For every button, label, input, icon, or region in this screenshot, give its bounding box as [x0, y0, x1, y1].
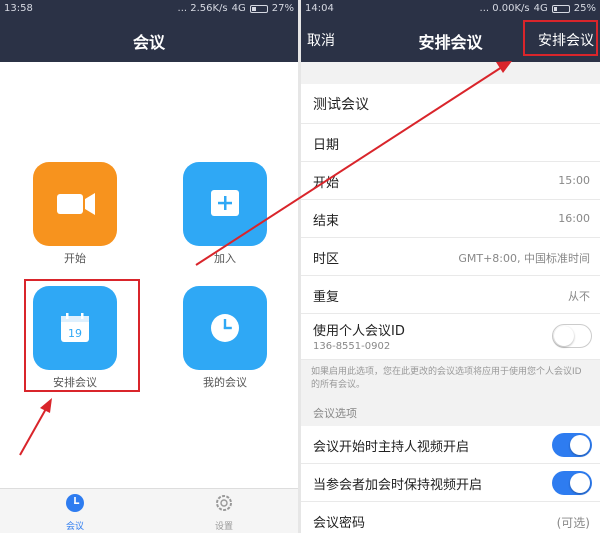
battery-icon [249, 5, 268, 13]
start-label: 开始 [313, 176, 340, 191]
end-label: 结束 [313, 214, 340, 229]
personal-id-toggle[interactable] [552, 324, 592, 348]
host-video-toggle[interactable] [552, 433, 592, 457]
join-meeting-button[interactable] [183, 162, 267, 246]
page-title: 会议 [132, 33, 165, 52]
signal-label: 4G [533, 3, 548, 14]
options-section-title: 会议选项 [313, 407, 357, 420]
bottom-tab-bar: 会议 设置 [0, 488, 298, 533]
tab-meetings[interactable]: 会议 [45, 493, 105, 532]
tab-settings[interactable]: 设置 [194, 493, 254, 532]
join-meeting-label: 加入 [214, 252, 236, 265]
personal-id-note: 如果启用此选项，您在此更改的会议选项将应用于使用您个人会议ID的所有会议。 [311, 367, 582, 390]
battery-level: 25% [573, 3, 596, 14]
password-row[interactable]: 会议密码 (可选) [301, 502, 600, 533]
repeat-row[interactable]: 重复 从不 [301, 276, 600, 314]
toggle-knob [570, 435, 590, 455]
signal-label: 4G [231, 3, 246, 14]
my-meetings-button[interactable] [183, 286, 267, 370]
my-meetings-label: 我的会议 [203, 376, 247, 389]
plus-icon [211, 190, 239, 216]
personal-id-row: 使用个人会议ID 136-8551-0902 [301, 314, 600, 360]
timezone-value: GMT+8:00, 中国标准时间 [458, 252, 590, 265]
battery-icon [551, 5, 570, 13]
personal-id-number: 136-8551-0902 [313, 341, 391, 352]
highlight-box [24, 279, 140, 392]
timezone-row[interactable]: 时区 GMT+8:00, 中国标准时间 [301, 238, 600, 276]
status-bar: 14:04 ... 0.00K/s 4G 25% [301, 0, 600, 18]
meeting-topic-field[interactable]: 测试会议 [301, 84, 600, 124]
date-row[interactable]: 日期 [301, 124, 600, 162]
participant-video-row: 当参会者加会时保持视频开启 [301, 464, 600, 502]
end-time-row[interactable]: 结束 16:00 [301, 200, 600, 238]
battery-level: 27% [271, 3, 294, 14]
network-speed: ... 0.00K/s [479, 3, 530, 14]
start-meeting-button[interactable] [33, 162, 117, 246]
highlight-box [523, 20, 598, 56]
toggle-knob [570, 473, 590, 493]
network-speed: ... 2.56K/s [177, 3, 228, 14]
clock-icon [66, 494, 84, 512]
participant-video-label: 当参会者加会时保持视频开启 [313, 478, 483, 493]
password-label: 会议密码 [313, 516, 366, 531]
date-label: 日期 [313, 138, 340, 153]
start-time-row[interactable]: 开始 15:00 [301, 162, 600, 200]
clock-icon [211, 314, 239, 342]
status-bar: 13:58 ... 2.56K/s 4G 27% [0, 0, 298, 18]
start-value: 15:00 [558, 174, 590, 187]
status-time: 14:04 [305, 3, 334, 14]
host-video-label: 会议开始时主持人视频开启 [313, 440, 470, 455]
personal-id-label: 使用个人会议ID [313, 324, 405, 339]
start-meeting-label: 开始 [64, 252, 86, 265]
timezone-label: 时区 [313, 252, 340, 267]
left-phone-screen: 13:58 ... 2.56K/s 4G 27% 会议 开始 加入 19 安排会… [0, 0, 298, 533]
video-camera-icon [57, 193, 95, 215]
header: 会议 [0, 18, 298, 62]
tab-settings-label: 设置 [214, 522, 233, 532]
gear-icon [216, 495, 232, 511]
toggle-knob [554, 326, 574, 346]
right-phone-screen: 14:04 ... 0.00K/s 4G 25% 取消 安排会议 安排会议 测试… [301, 0, 600, 533]
host-video-row: 会议开始时主持人视频开启 [301, 426, 600, 464]
end-value: 16:00 [558, 212, 590, 225]
tab-meetings-label: 会议 [65, 522, 84, 532]
meeting-topic: 测试会议 [313, 97, 369, 113]
repeat-label: 重复 [313, 290, 340, 305]
participant-video-toggle[interactable] [552, 471, 592, 495]
status-time: 13:58 [4, 3, 33, 14]
repeat-value: 从不 [568, 290, 590, 303]
password-value: (可选) [556, 516, 590, 530]
